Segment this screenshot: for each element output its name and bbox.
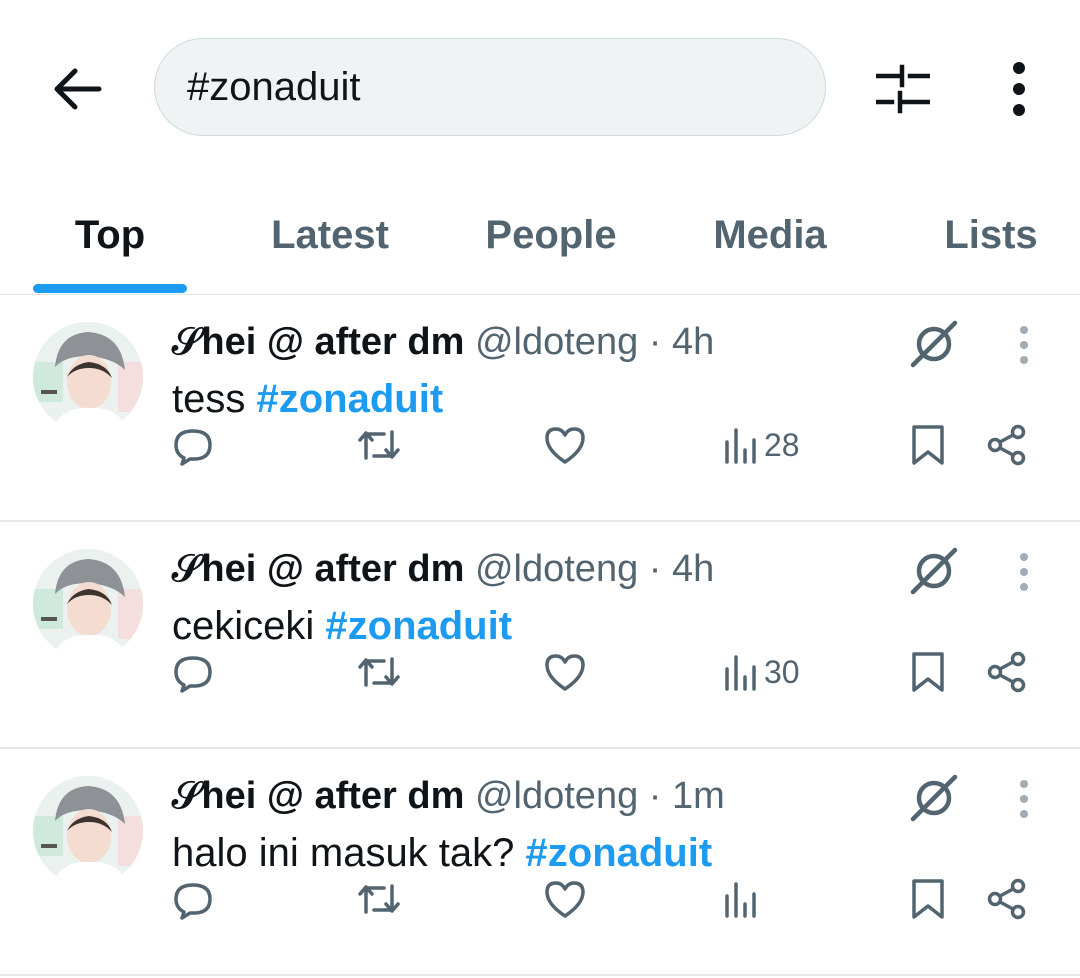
tweet-more-button[interactable] [1004, 773, 1044, 825]
bookmark-icon [912, 425, 944, 465]
grok-button[interactable] [906, 315, 962, 371]
share-button[interactable] [986, 419, 1028, 471]
reply-button[interactable] [172, 873, 214, 925]
tab-top[interactable]: Top [33, 205, 187, 265]
tweet-more-button[interactable] [1004, 546, 1044, 598]
share-icon [987, 878, 1026, 920]
reply-icon [174, 656, 212, 693]
share-icon [987, 651, 1026, 693]
retweet-button[interactable] [356, 419, 402, 471]
avatar-image [33, 549, 143, 659]
user-handle[interactable]: @ldoteng [475, 548, 638, 590]
retweet-button[interactable] [356, 646, 402, 698]
display-name[interactable]: 𝒮hei @ after dm [172, 775, 464, 817]
top-bar: #zonaduit [0, 0, 1080, 175]
tweet-body: tess [172, 377, 257, 421]
bookmark-icon [912, 652, 944, 692]
retweet-icon [358, 884, 400, 914]
timestamp[interactable]: 4h [672, 321, 714, 363]
user-handle[interactable]: @ldoteng [475, 775, 638, 817]
search-filter-button[interactable] [868, 56, 938, 122]
retweet-icon [358, 430, 400, 460]
tab-people[interactable]: People [466, 205, 636, 265]
grok-button[interactable] [906, 769, 962, 825]
hashtag-link[interactable]: #zonaduit [256, 377, 443, 421]
tweet[interactable]: 𝒮hei @ after dm @ldoteng · 4h cekiceki #… [0, 522, 1080, 749]
heart-icon [545, 427, 585, 464]
tweet-header: 𝒮hei @ after dm @ldoteng · 1m [172, 771, 725, 821]
retweet-icon [358, 657, 400, 687]
grok-icon [910, 547, 958, 595]
avatar-image [33, 776, 143, 886]
tweet-header: 𝒮hei @ after dm @ldoteng · 4h [172, 544, 714, 594]
reply-button[interactable] [172, 646, 214, 698]
timestamp[interactable]: 4h [672, 548, 714, 590]
tab-latest[interactable]: Latest [250, 205, 410, 265]
tweet[interactable]: 𝒮hei @ after dm @ldoteng · 4h tess #zona… [0, 295, 1080, 522]
reply-icon [174, 429, 212, 466]
search-query: #zonaduit [187, 64, 361, 109]
separator: · [648, 548, 662, 590]
like-button[interactable] [543, 419, 587, 471]
tweet-text: tess #zonaduit [172, 373, 443, 425]
view-count: 28 [764, 426, 800, 463]
reply-button[interactable] [172, 419, 214, 471]
view-count: 30 [764, 653, 800, 690]
hashtag-link[interactable]: #zonaduit [325, 604, 512, 648]
reply-icon [174, 883, 212, 920]
back-button[interactable] [44, 56, 110, 122]
tweet-text: cekiceki #zonaduit [172, 600, 512, 652]
search-input[interactable]: #zonaduit [154, 38, 826, 136]
more-options-button[interactable] [994, 56, 1044, 122]
heart-icon [545, 654, 585, 691]
display-name[interactable]: 𝒮hei @ after dm [172, 321, 464, 363]
tweet-body: cekiceki [172, 604, 326, 648]
more-vertical-icon [1020, 553, 1028, 591]
bookmark-icon [912, 879, 944, 919]
like-button[interactable] [543, 873, 587, 925]
views-icon [725, 882, 756, 918]
grok-icon [910, 774, 958, 822]
share-button[interactable] [986, 646, 1028, 698]
hashtag-link[interactable]: #zonaduit [526, 831, 713, 875]
more-vertical-icon [1020, 326, 1028, 364]
tab-lists[interactable]: Lists [928, 205, 1054, 265]
views-button[interactable]: 28 [724, 419, 800, 471]
bookmark-button[interactable] [910, 646, 946, 698]
active-tab-indicator [33, 284, 187, 293]
grok-icon [910, 320, 958, 368]
avatar[interactable] [33, 549, 143, 659]
sliders-icon [876, 64, 930, 114]
avatar-image [33, 322, 143, 432]
timestamp[interactable]: 1m [672, 775, 725, 817]
separator: · [648, 775, 662, 817]
tweet-text: halo ini masuk tak? #zonaduit [172, 827, 712, 879]
more-vertical-icon [1020, 780, 1028, 818]
tab-media[interactable]: Media [690, 205, 850, 265]
avatar[interactable] [33, 322, 143, 432]
bookmark-button[interactable] [910, 873, 946, 925]
retweet-button[interactable] [356, 873, 402, 925]
display-name[interactable]: 𝒮hei @ after dm [172, 548, 464, 590]
views-button[interactable] [724, 873, 764, 925]
separator: · [648, 321, 662, 363]
share-icon [987, 424, 1026, 466]
tweet-more-button[interactable] [1004, 319, 1044, 371]
tweet-header: 𝒮hei @ after dm @ldoteng · 4h [172, 317, 714, 367]
bookmark-button[interactable] [910, 419, 946, 471]
views-icon [725, 655, 756, 691]
like-button[interactable] [543, 646, 587, 698]
heart-icon [545, 881, 585, 918]
tweet-body: halo ini masuk tak? [172, 831, 526, 875]
more-vertical-icon [1013, 62, 1025, 116]
arrow-left-icon [54, 68, 102, 110]
grok-button[interactable] [906, 542, 962, 598]
avatar[interactable] [33, 776, 143, 886]
views-button[interactable]: 30 [724, 646, 800, 698]
search-tabs: Top Latest People Media Lists [0, 175, 1080, 295]
share-button[interactable] [986, 873, 1028, 925]
user-handle[interactable]: @ldoteng [475, 321, 638, 363]
views-icon [725, 428, 756, 464]
tweet[interactable]: 𝒮hei @ after dm @ldoteng · 1m halo ini m… [0, 749, 1080, 976]
